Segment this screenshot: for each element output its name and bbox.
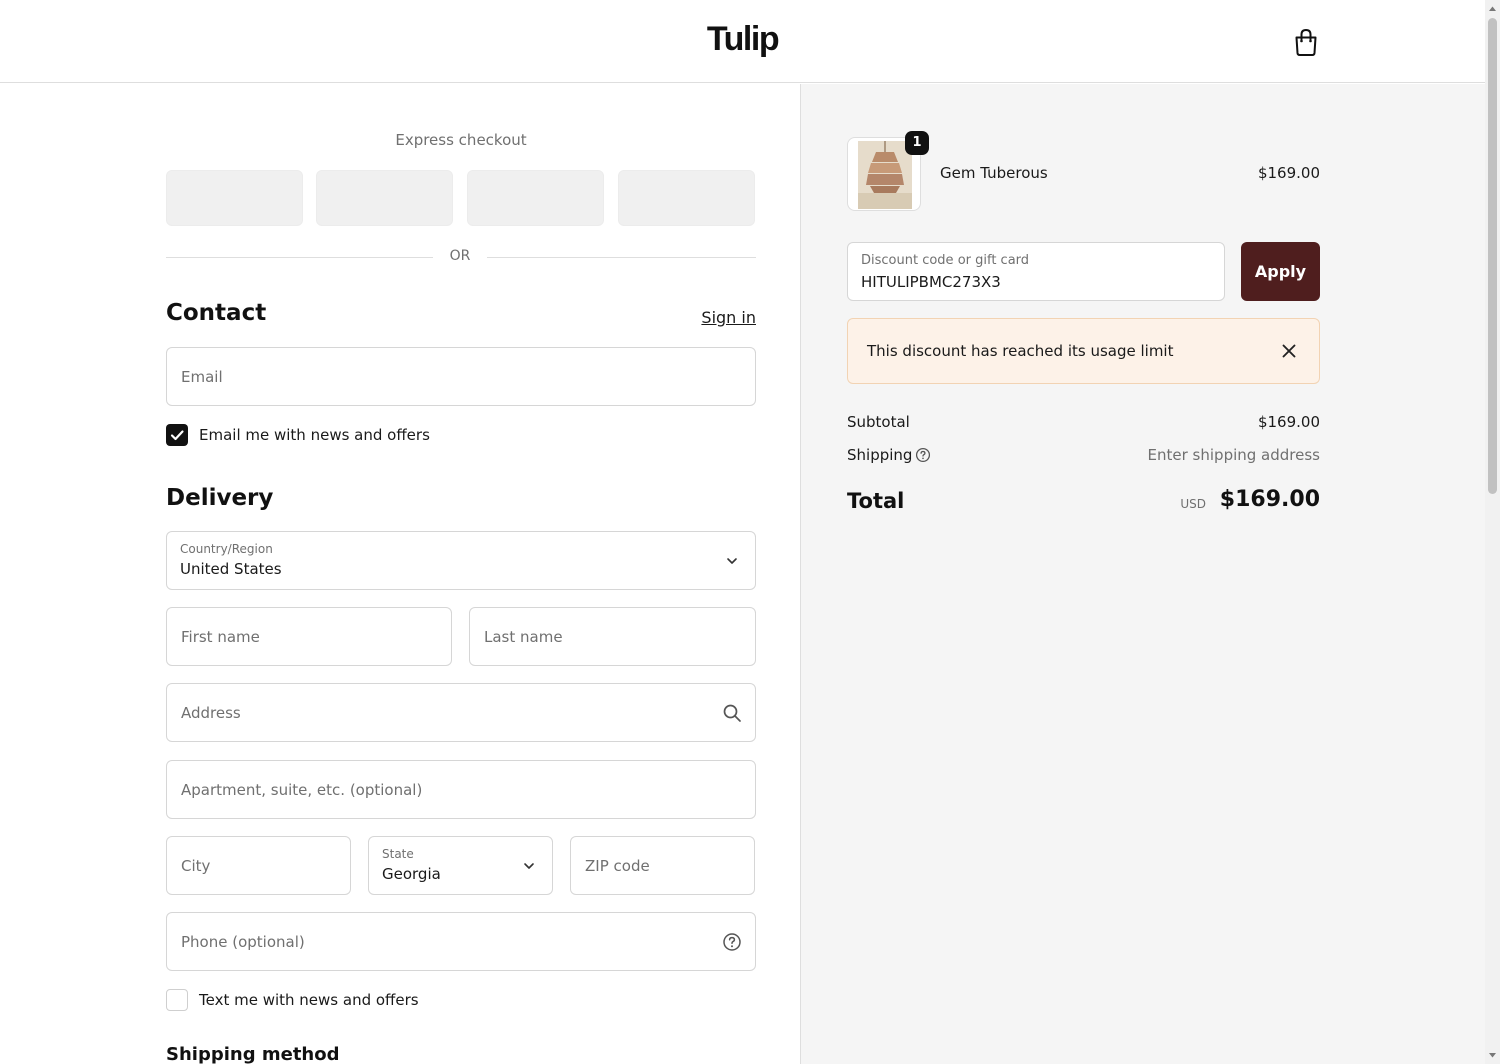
contact-heading: Contact [166,300,267,326]
checkout-form: Express checkout OR Contact Sign in Emai… [0,84,801,1064]
discount-code-label: Discount code or gift card [861,253,1030,268]
scroll-up-icon[interactable] [1488,4,1497,13]
express-pay-button-2[interactable] [316,170,453,226]
zip-code-input[interactable] [571,837,754,894]
store-logo[interactable]: Tulip [0,20,1485,59]
email-input[interactable] [167,348,755,405]
delivery-heading: Delivery [166,485,274,511]
express-checkout-label: Express checkout [395,131,527,149]
or-divider-label: OR [449,248,471,264]
search-icon[interactable] [722,703,742,723]
apartment-input[interactable] [167,761,755,818]
help-circle-icon[interactable] [722,932,742,952]
state-select[interactable]: State Georgia [368,836,553,895]
scrollbar-thumb[interactable] [1488,18,1497,494]
sms-marketing-checkbox[interactable] [166,989,188,1011]
first-name-input[interactable] [167,608,451,665]
phone-input[interactable] [167,913,755,970]
quantity-badge: 1 [905,131,929,155]
email-marketing-checkbox[interactable] [166,424,188,446]
total-value: $169.00 [1219,487,1320,512]
express-pay-button-4[interactable] [618,170,755,226]
checkmark-icon [170,430,184,441]
last-name-field[interactable] [469,607,756,666]
sign-in-link[interactable]: Sign in [680,308,756,327]
help-circle-icon[interactable] [915,447,931,463]
or-divider-left [166,257,433,258]
header: Tulip [0,0,1485,83]
state-label: State [382,847,414,861]
order-summary: 1 Gem Tuberous $169.00 Discount code or … [801,84,1485,1064]
zip-code-field[interactable] [570,836,755,895]
email-field[interactable] [166,347,756,406]
discount-error-message: This discount has reached its usage limi… [867,342,1174,360]
country-label: Country/Region [180,542,273,556]
subtotal-label: Subtotal [847,413,910,431]
express-pay-button-3[interactable] [467,170,604,226]
chevron-down-icon [524,863,534,869]
subtotal-value: $169.00 [1257,413,1320,431]
address-input[interactable] [167,684,755,741]
state-value: Georgia [382,865,441,883]
phone-field[interactable] [166,912,756,971]
address-field[interactable] [166,683,756,742]
sms-marketing-label: Text me with news and offers [199,991,419,1009]
total-currency: USD [1180,497,1206,511]
shipping-label: Shipping [847,446,913,464]
last-name-input[interactable] [470,608,755,665]
close-icon[interactable] [1279,341,1299,361]
shipping-value: Enter shipping address [1147,446,1320,464]
email-marketing-label: Email me with news and offers [199,426,430,444]
shipping-method-heading: Shipping method [166,1044,340,1064]
page-scrollbar[interactable] [1485,0,1500,1064]
apply-discount-button[interactable]: Apply [1241,242,1320,301]
city-input[interactable] [167,837,350,894]
total-label: Total [847,489,905,513]
country-value: United States [180,560,282,578]
country-select[interactable]: Country/Region United States [166,531,756,590]
apartment-field[interactable] [166,760,756,819]
discount-code-field[interactable]: Discount code or gift card HITULIPBMC273… [847,242,1225,301]
or-divider-right [487,257,756,258]
chevron-down-icon [727,558,737,564]
express-pay-button-1[interactable] [166,170,303,226]
discount-error-alert: This discount has reached its usage limi… [847,318,1320,384]
product-price: $169.00 [1257,164,1320,182]
scroll-down-icon[interactable] [1488,1051,1497,1060]
first-name-field[interactable] [166,607,452,666]
product-name: Gem Tuberous [940,164,1048,182]
shopping-bag-icon[interactable] [1292,27,1320,57]
discount-code-value[interactable]: HITULIPBMC273X3 [861,273,1001,291]
city-field[interactable] [166,836,351,895]
